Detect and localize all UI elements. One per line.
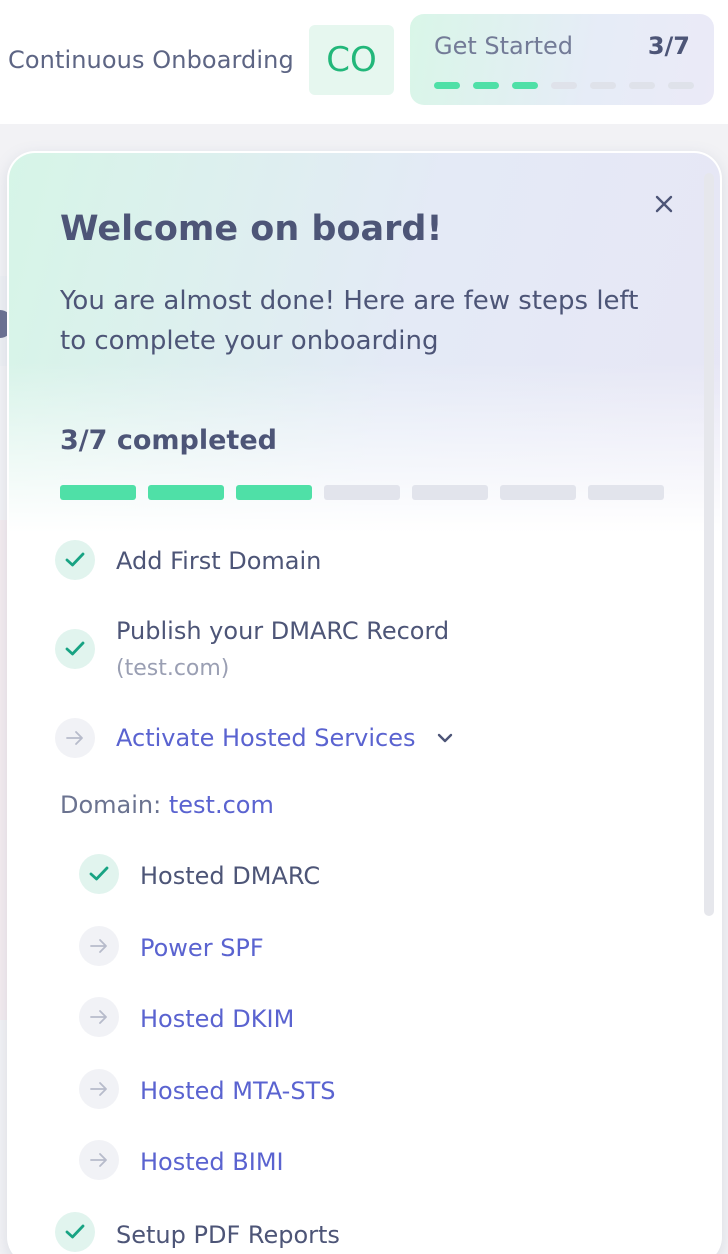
substep-hosted-dmarc: Hosted DMARC [79,854,320,894]
step-label: Add First Domain [116,547,322,575]
scrollbar[interactable] [704,173,714,916]
progress-segment-incomplete [500,485,576,500]
step-label[interactable]: Activate Hosted Services [116,723,415,753]
get-started-widget[interactable]: Get Started 3/7 [410,14,714,105]
step-domain-detail: (test.com) [116,656,230,681]
org-initials: CO [326,40,377,80]
substep-label[interactable]: Power SPF [140,933,264,963]
domain-link[interactable]: test.com [169,791,274,819]
step-activate-hosted-services[interactable]: Activate Hosted Services [55,718,453,758]
substep-label[interactable]: Hosted DKIM [140,1004,294,1034]
check-icon [55,629,95,669]
progress-segment-complete [473,82,499,89]
progress-segment-incomplete [551,82,577,89]
check-icon [55,540,95,580]
step-title: Publish your DMARC Record [116,617,450,645]
progress-segment-incomplete [588,485,664,500]
get-started-progress [434,82,694,89]
substep-label[interactable]: Hosted BIMI [140,1147,284,1177]
progress-segment-incomplete [412,485,488,500]
progress-segment-incomplete [324,485,400,500]
substep-power-spf[interactable]: Power SPF [79,926,264,966]
substep-hosted-mta-sts[interactable]: Hosted MTA-STS [79,1069,335,1109]
progress-segment-incomplete [629,82,655,89]
domain-line: Domain: test.com [60,791,274,819]
arrow-right-icon [55,718,95,758]
progress-segment-incomplete [668,82,694,89]
progress-segment-complete [60,485,136,500]
completed-label: 3/7 completed [60,425,277,456]
substep-hosted-bimi[interactable]: Hosted BIMI [79,1140,284,1180]
onboarding-panel: Welcome on board! You are almost done! H… [9,153,720,1254]
arrow-right-icon [79,1069,119,1109]
check-icon [79,854,119,894]
arrow-right-icon [79,997,119,1037]
check-icon [55,1212,95,1252]
chevron-down-icon[interactable] [437,728,453,747]
substep-label: Hosted DMARC [140,862,321,890]
top-bar: Continuous Onboarding CO Get Started 3/7 [0,0,728,124]
progress-segment-incomplete [590,82,616,89]
substep-hosted-dkim[interactable]: Hosted DKIM [79,997,294,1037]
completion-progress [60,485,664,500]
close-button[interactable] [650,190,678,218]
substep-label[interactable]: Hosted MTA-STS [140,1076,335,1106]
step-publish-dmarc: Publish your DMARC Record (test.com) [55,616,449,684]
step-setup-pdf-reports: Setup PDF Reports [55,1212,340,1252]
arrow-right-icon [79,1140,119,1180]
arrow-right-icon [79,926,119,966]
close-icon [655,195,673,213]
step-label: Publish your DMARC Record (test.com) [116,616,449,684]
progress-segment-complete [236,485,312,500]
org-avatar[interactable]: CO [309,25,394,95]
progress-segment-complete [434,82,460,89]
step-add-first-domain: Add First Domain [55,540,321,580]
panel-title: Welcome on board! [60,209,443,249]
get-started-count: 3/7 [647,32,690,60]
get-started-title: Get Started [434,32,574,60]
org-name: Continuous Onboarding [8,46,294,74]
progress-segment-complete [148,485,224,500]
progress-segment-complete [512,82,538,89]
step-label: Setup PDF Reports [116,1221,340,1249]
panel-subtitle: You are almost done! Here are few steps … [60,286,639,356]
domain-prefix: Domain: [60,791,162,819]
